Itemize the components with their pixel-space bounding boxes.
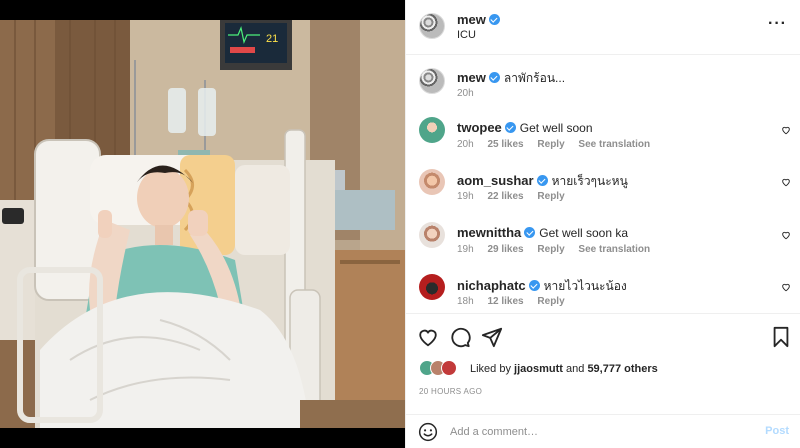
liker-avatar[interactable] xyxy=(441,360,457,376)
comment-text: mewnittha Get well soon ka xyxy=(457,225,628,240)
comment-meta: 19h 22 likes Reply xyxy=(457,191,576,202)
comment-input[interactable] xyxy=(450,423,750,441)
verified-icon xyxy=(524,227,536,238)
comment-body: หายเร็วๆนะหนู xyxy=(551,174,628,188)
comment-meta: 18h 12 likes Reply xyxy=(457,296,576,307)
commenter-avatar[interactable] xyxy=(419,274,445,300)
reply-button[interactable]: Reply xyxy=(537,244,564,255)
caption-body: ลาพักร้อน... xyxy=(503,71,566,85)
see-translation-button[interactable]: See translation xyxy=(578,244,650,255)
reply-button[interactable]: Reply xyxy=(537,191,564,202)
comment-body: หายไวไวนะน้อง xyxy=(543,279,627,293)
comment-body: Get well soon ka xyxy=(539,226,629,240)
heart-icon[interactable] xyxy=(781,177,791,187)
post-photo[interactable]: 21 xyxy=(0,20,405,428)
commenter-username[interactable]: mewnittha xyxy=(457,225,521,240)
comment-likes[interactable]: 29 likes xyxy=(487,244,523,255)
comment-time[interactable]: 20h xyxy=(457,139,474,150)
commenter-username[interactable]: twopee xyxy=(457,120,502,135)
post-time[interactable]: 20 HOURS AGO xyxy=(419,387,482,396)
comment-likes[interactable]: 12 likes xyxy=(487,296,523,307)
more-icon[interactable]: ··· xyxy=(768,16,787,32)
heart-icon[interactable] xyxy=(781,125,791,135)
comment-text: aom_sushar หายเร็วๆนะหนู xyxy=(457,172,628,191)
comment-item: aom_sushar หายเร็วๆนะหนู 19h 22 likes Rep… xyxy=(406,169,800,219)
comment-time[interactable]: 19h xyxy=(457,191,474,202)
comment-likes[interactable]: 22 likes xyxy=(487,191,523,202)
comment-text: nichaphatc หายไวไวนะน้อง xyxy=(457,277,627,296)
verified-icon xyxy=(528,280,540,291)
post-actions: Liked by jjaosmutt and 59,777 others 20 … xyxy=(406,313,800,448)
commenter-avatar[interactable] xyxy=(419,117,445,143)
comment-item: twopee Get well soon 20h 25 likes Reply S… xyxy=(406,117,800,167)
author-username-row[interactable]: mew xyxy=(457,12,500,27)
hospital-photo: 21 xyxy=(0,20,405,428)
post-caption: mew ลาพักร้อน... 20h xyxy=(406,66,800,106)
comment-body: Get well soon xyxy=(519,121,593,135)
liked-by-user[interactable]: jjaosmutt xyxy=(514,363,563,375)
comment-time[interactable]: 19h xyxy=(457,244,474,255)
monitor-readout: 21 xyxy=(266,33,278,45)
caption-avatar[interactable] xyxy=(419,68,445,94)
verified-icon xyxy=(488,72,500,83)
comment-item: mewnittha Get well soon ka 19h 29 likes R… xyxy=(406,222,800,272)
commenter-avatar[interactable] xyxy=(419,169,445,195)
caption-time[interactable]: 20h xyxy=(457,88,474,99)
comment-icon[interactable] xyxy=(449,326,471,348)
liked-by-text: Liked by jjaosmutt and 59,777 others xyxy=(470,363,658,375)
heart-icon[interactable] xyxy=(781,282,791,292)
bookmark-icon[interactable] xyxy=(770,326,792,348)
share-icon[interactable] xyxy=(481,326,503,348)
author-username[interactable]: mew xyxy=(457,12,486,27)
comment-time[interactable]: 18h xyxy=(457,296,474,307)
caption-username[interactable]: mew xyxy=(457,70,486,85)
liked-by-others[interactable]: 59,777 others xyxy=(587,363,657,375)
heart-icon[interactable] xyxy=(417,326,439,348)
verified-icon xyxy=(488,14,500,25)
reply-button[interactable]: Reply xyxy=(537,296,564,307)
post-comment-button[interactable]: Post xyxy=(765,425,789,437)
verified-icon xyxy=(504,122,516,133)
post-panel: mew ICU ··· mew ลาพักร้อน... 20h twopee Ge… xyxy=(405,0,800,448)
author-avatar[interactable] xyxy=(419,13,445,39)
commenter-avatar[interactable] xyxy=(419,222,445,248)
heart-icon[interactable] xyxy=(781,230,791,240)
liked-by-and: and xyxy=(566,363,585,375)
likes-summary: Liked by jjaosmutt and 59,777 others xyxy=(419,360,789,378)
comment-text: twopee Get well soon xyxy=(457,120,593,135)
caption-text: mew ลาพักร้อน... xyxy=(457,69,565,88)
comment-meta: 19h 29 likes Reply See translation xyxy=(457,244,661,255)
post-location[interactable]: ICU xyxy=(457,29,476,41)
commenter-username[interactable]: aom_sushar xyxy=(457,173,534,188)
commenter-username[interactable]: nichaphatc xyxy=(457,278,526,293)
add-comment-bar: Post xyxy=(406,414,800,448)
see-translation-button[interactable]: See translation xyxy=(578,139,650,150)
caption-meta: 20h xyxy=(457,88,485,99)
verified-icon xyxy=(536,175,548,186)
reply-button[interactable]: Reply xyxy=(537,139,564,150)
liked-by-prefix: Liked by xyxy=(470,363,511,375)
post-media: 21 xyxy=(0,0,405,448)
emoji-icon[interactable] xyxy=(418,422,438,442)
comment-meta: 20h 25 likes Reply See translation xyxy=(457,139,661,150)
post-header: mew ICU ··· xyxy=(406,0,800,55)
comment-likes[interactable]: 25 likes xyxy=(487,139,523,150)
